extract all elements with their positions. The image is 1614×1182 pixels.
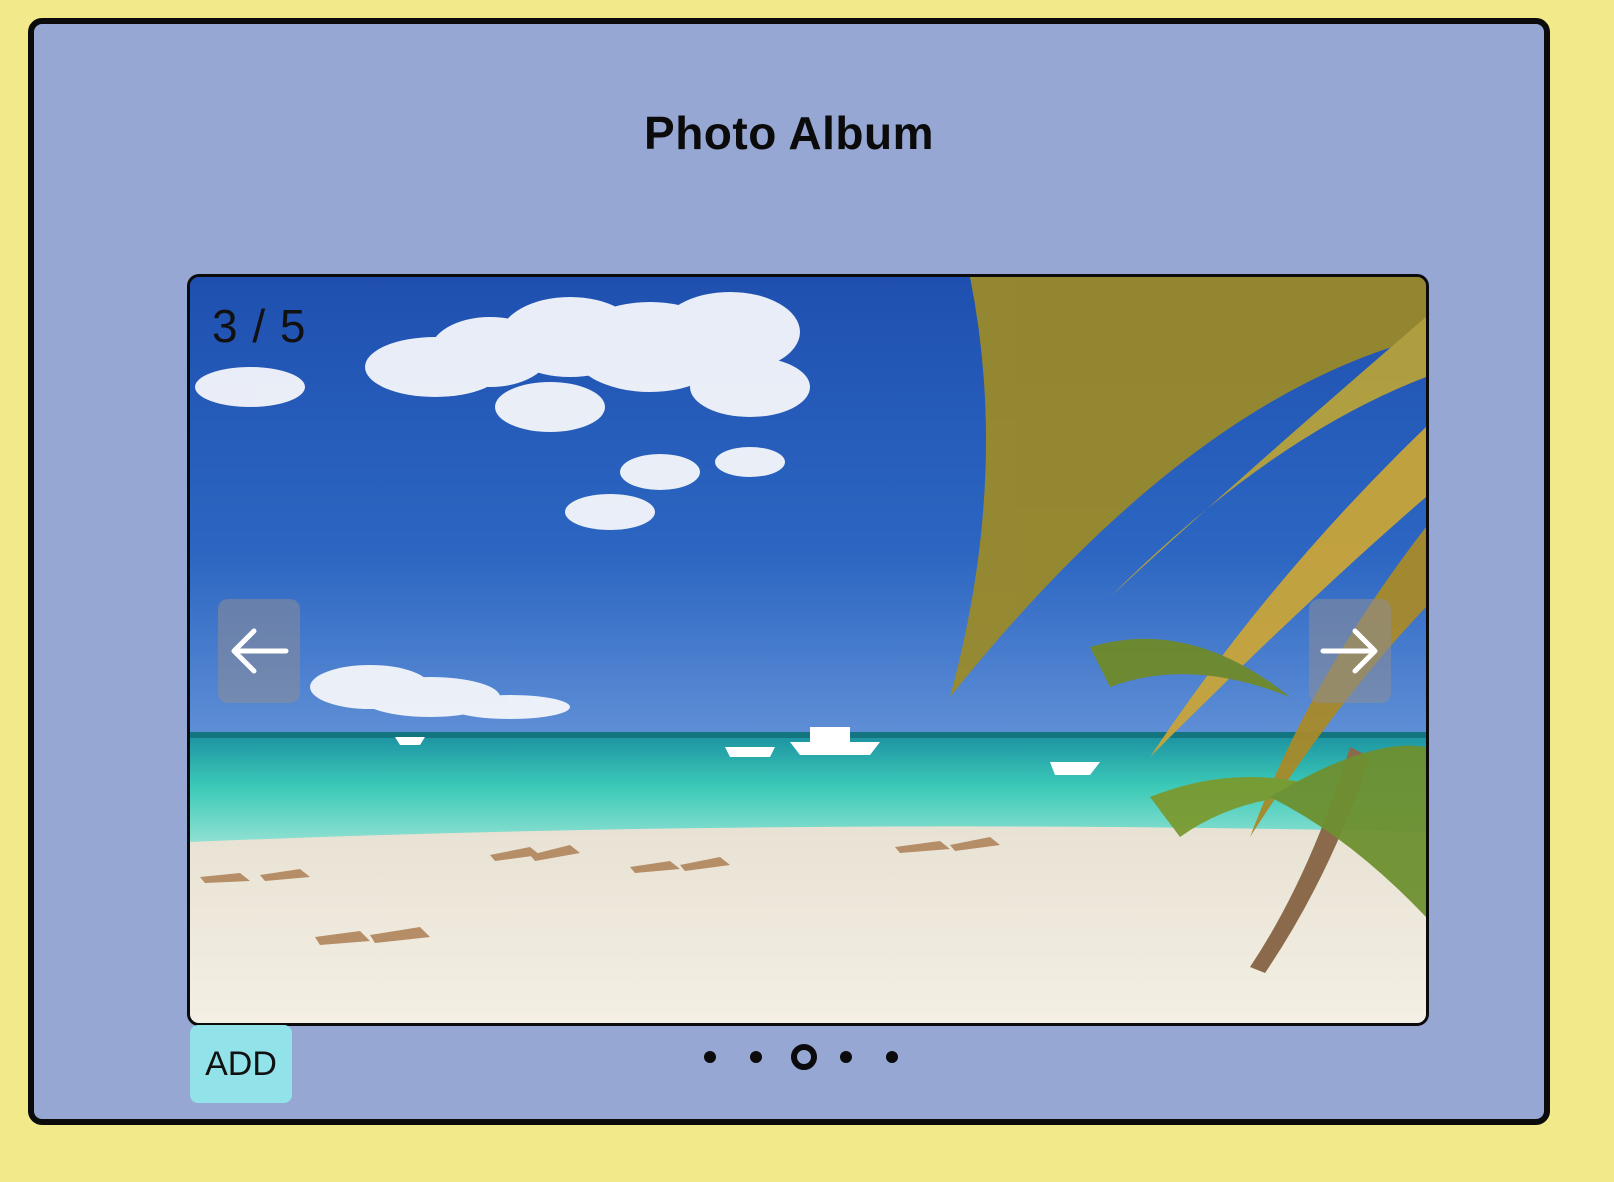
pagination-dot-5[interactable] <box>886 1051 898 1063</box>
arrow-left-icon <box>231 628 289 674</box>
pagination-dot-4[interactable] <box>840 1051 852 1063</box>
pagination-dot-3-active[interactable] <box>791 1044 817 1070</box>
pagination-dot-1[interactable] <box>704 1051 716 1063</box>
pagination-dot-2[interactable] <box>750 1051 762 1063</box>
page-title: Photo Album <box>644 107 934 159</box>
next-photo-button[interactable] <box>1309 599 1391 703</box>
previous-photo-button[interactable] <box>218 599 300 703</box>
arrow-right-icon <box>1320 628 1378 674</box>
photo-counter: 3 / 5 <box>212 300 307 352</box>
beach-photo <box>190 277 1426 1023</box>
pagination-dots <box>684 1044 924 1070</box>
photo-album-window: Photo Album 3 / 5 ADD <box>28 18 1550 1125</box>
photo-viewer: 3 / 5 <box>187 274 1429 1026</box>
add-photo-button[interactable]: ADD <box>190 1025 292 1103</box>
